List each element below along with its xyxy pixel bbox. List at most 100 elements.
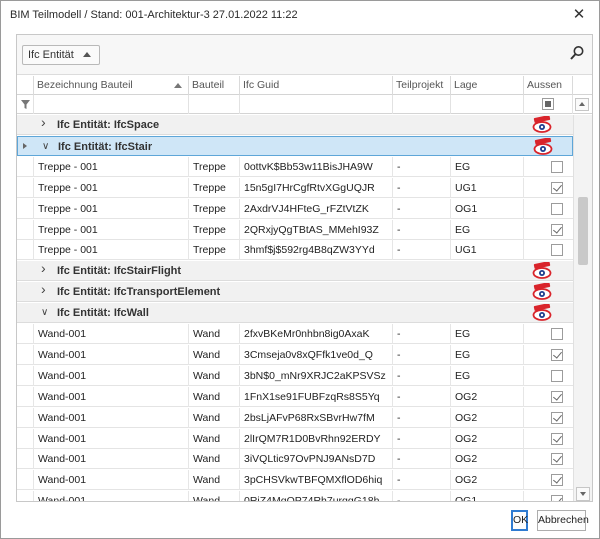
aussen-checkbox[interactable] — [551, 474, 563, 486]
cell-lage: EG — [451, 366, 524, 386]
visibility-toggle-icon[interactable] — [532, 115, 552, 133]
cell-teilprojekt: - — [393, 178, 451, 198]
table-row[interactable]: Treppe - 001 Treppe 0ottvK$Bb53w11BisJHA9W… — [17, 157, 573, 177]
chevron-right-icon[interactable]: › — [41, 282, 51, 296]
visibility-toggle-icon[interactable] — [532, 303, 552, 321]
aussen-checkbox[interactable] — [551, 182, 563, 194]
cell-bauteil: Treppe — [189, 199, 240, 219]
group-row-transport[interactable]: › Ifc Entität: IfcTransportElement — [17, 282, 573, 302]
table-row[interactable]: Wand-001 Wand 2fxvBKeMr0nhbn8ig0AxaK - EG — [17, 324, 573, 344]
aussen-checkbox[interactable] — [551, 370, 563, 382]
cell-teilprojekt: - — [393, 449, 451, 469]
chevron-right-icon[interactable]: › — [41, 261, 51, 275]
title-bar: BIM Teilmodell / Stand: 001-Architektur-… — [1, 1, 599, 29]
cell-lage: OG1 — [451, 491, 524, 501]
row-indicator-cell — [17, 408, 34, 428]
aussen-checkbox[interactable] — [551, 433, 563, 445]
aussen-checkbox[interactable] — [551, 391, 563, 403]
search-icon[interactable] — [569, 45, 585, 61]
filter-cell-guid[interactable] — [240, 95, 393, 114]
ok-button[interactable]: OK — [511, 510, 528, 531]
aussen-checkbox[interactable] — [551, 161, 563, 173]
cell-name: Wand-001 — [34, 324, 189, 344]
column-header-teilprojekt[interactable]: Teilprojekt — [393, 76, 451, 95]
group-row-stairflight[interactable]: › Ifc Entität: IfcStairFlight — [17, 261, 573, 281]
group-row-stair[interactable]: ∨ Ifc Entität: IfcStair — [17, 136, 573, 156]
group-row-wall[interactable]: ∨ Ifc Entität: IfcWall — [17, 303, 573, 323]
filter-cell-lage[interactable] — [451, 95, 524, 114]
table-row[interactable]: Treppe - 001 Treppe 3hmf$j$592rg4B8qZW3YYd… — [17, 240, 573, 260]
column-header-bezeichnung[interactable]: Bezeichnung Bauteil — [34, 76, 189, 95]
cell-teilprojekt: - — [393, 470, 451, 490]
group-label: Ifc Entität: IfcStairFlight — [57, 265, 182, 277]
group-by-chip[interactable]: Ifc Entität — [22, 45, 100, 65]
filter-cell-bauteil[interactable] — [189, 95, 240, 114]
row-indicator-cell — [17, 449, 34, 469]
table-row[interactable]: Wand-001 Wand 2lIrQM7R1D0BvRhn92ERDY - OG2 — [17, 429, 573, 449]
table-row[interactable]: Wand-001 Wand 3iVQLtic97OvPNJ9ANsD7D - OG2 — [17, 449, 573, 469]
table-row[interactable]: Wand-001 Wand 3bN$0_mNr9XRJC2aKPSVSz - EG — [17, 366, 573, 386]
grid-body: › Ifc Entität: IfcSpace ∨ Ifc Entität: IfcS… — [17, 115, 573, 501]
visibility-toggle-icon[interactable] — [532, 282, 552, 300]
scroll-up-arrow-icon[interactable] — [575, 98, 589, 111]
scroll-down-arrow-icon[interactable] — [576, 487, 590, 501]
sort-ascending-icon — [174, 83, 182, 88]
table-row[interactable]: Wand-001 Wand 1FnX1se91FUBFzqRs8S5Yq - OG2 — [17, 387, 573, 407]
chevron-down-icon[interactable]: ∨ — [42, 142, 52, 152]
group-row-space[interactable]: › Ifc Entität: IfcSpace — [17, 115, 573, 135]
cell-name: Wand-001 — [34, 345, 189, 365]
row-indicator-cell — [17, 491, 34, 501]
header-indicator-cell — [17, 76, 34, 95]
table-row[interactable]: Treppe - 001 Treppe 2AxdrVJ4HFteG_rFZtVtZK… — [17, 199, 573, 219]
table-row[interactable]: Wand-001 Wand 3Cmseja0v8xQFfk1ve0d_Q - EG — [17, 345, 573, 365]
filter-cell-aussen[interactable] — [524, 95, 573, 114]
column-header-bauteil-label: Bauteil — [192, 79, 225, 91]
row-indicator-cell — [17, 199, 34, 219]
aussen-checkbox[interactable] — [551, 224, 563, 236]
chevron-right-icon[interactable]: › — [41, 115, 51, 129]
column-header-aussen[interactable]: Aussen — [524, 76, 573, 95]
row-indicator-cell — [17, 157, 34, 177]
group-by-chip-label: Ifc Entität — [28, 49, 74, 61]
visibility-toggle-icon[interactable] — [532, 261, 552, 279]
cell-lage: OG2 — [451, 449, 524, 469]
cell-name: Treppe - 001 — [34, 240, 189, 260]
aussen-checkbox[interactable] — [551, 495, 563, 501]
column-header-lage[interactable]: Lage — [451, 76, 524, 95]
cell-teilprojekt: - — [393, 491, 451, 501]
cell-name: Wand-001 — [34, 449, 189, 469]
cell-teilprojekt: - — [393, 324, 451, 344]
cell-guid: 3pCHSVkwTBFQMXflOD6hiq — [240, 470, 393, 490]
cell-name: Wand-001 — [34, 429, 189, 449]
column-header-bauteil[interactable]: Bauteil — [189, 76, 240, 95]
scrollbar-thumb[interactable] — [578, 197, 588, 265]
table-row[interactable]: Treppe - 001 Treppe 2QRxjyQgTBtAS_MMehI93Z… — [17, 220, 573, 240]
filter-cell-teilprojekt[interactable] — [393, 95, 451, 114]
vertical-scrollbar[interactable] — [573, 115, 592, 501]
chevron-down-icon[interactable]: ∨ — [41, 308, 51, 318]
table-row[interactable]: Wand-001 Wand 2bsLjAFvP68RxSBvrHw7fM - OG2 — [17, 408, 573, 428]
visibility-toggle-icon[interactable] — [533, 137, 553, 155]
cell-bauteil: Wand — [189, 408, 240, 428]
aussen-checkbox[interactable] — [551, 349, 563, 361]
table-row[interactable]: Wand-001 Wand 0RjZ4MqOP74Rh7urqqG18h - OG1 — [17, 491, 573, 501]
row-indicator-cell — [17, 429, 34, 449]
aussen-checkbox[interactable] — [551, 412, 563, 424]
table-row[interactable]: Treppe - 001 Treppe 15n5gI7HrCgfRtvXGgUQJR… — [17, 178, 573, 198]
aussen-checkbox[interactable] — [551, 203, 563, 215]
close-icon[interactable]: ✕ — [569, 5, 589, 25]
row-indicator-cell — [17, 366, 34, 386]
cell-lage: EG — [451, 345, 524, 365]
aussen-checkbox[interactable] — [551, 244, 563, 256]
aussen-checkbox[interactable] — [551, 453, 563, 465]
cancel-button[interactable]: Abbrechen — [537, 510, 589, 531]
aussen-checkbox[interactable] — [551, 328, 563, 340]
group-label: Ifc Entität: IfcSpace — [57, 119, 160, 131]
filter-cell-bezeichnung[interactable] — [34, 95, 189, 114]
row-indicator-cell — [17, 220, 34, 240]
cell-guid: 3bN$0_mNr9XRJC2aKPSVSz — [240, 366, 393, 386]
filter-indicator-cell — [17, 95, 34, 114]
table-row[interactable]: Wand-001 Wand 3pCHSVkwTBFQMXflOD6hiq - OG2 — [17, 470, 573, 490]
filter-aussen-checkbox[interactable] — [542, 98, 554, 110]
column-header-guid[interactable]: Ifc Guid — [240, 76, 393, 95]
